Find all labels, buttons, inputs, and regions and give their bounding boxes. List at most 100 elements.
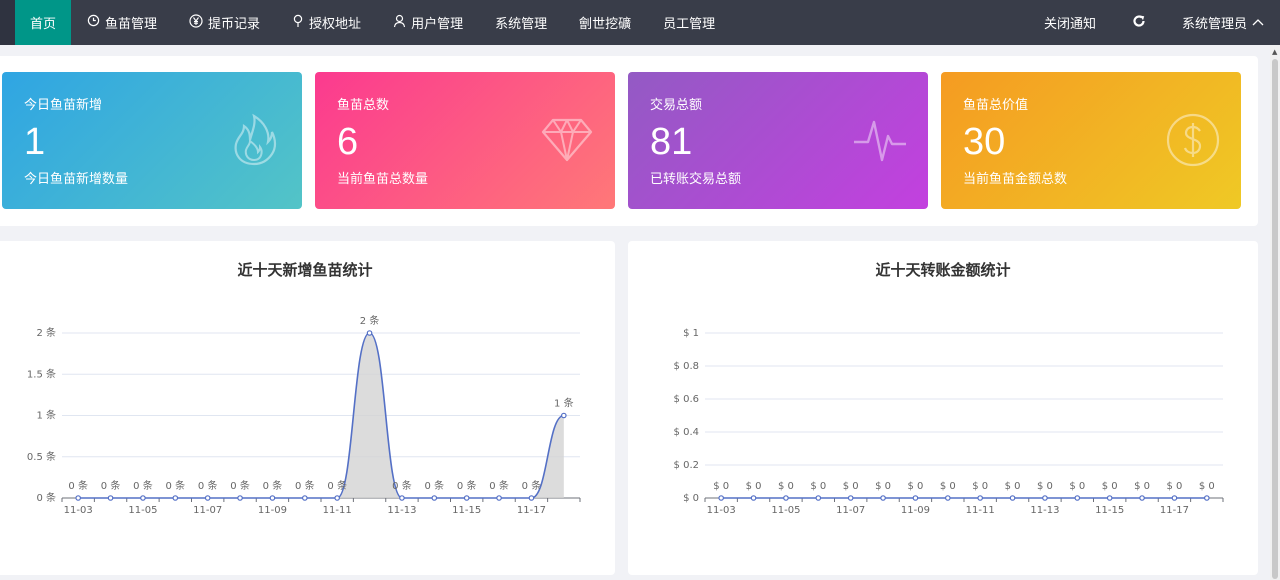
nav-user-label: 用户管理 [411,17,464,32]
nav-fish-management[interactable]: 鱼苗管理 [71,0,173,45]
top-nav: 首页 鱼苗管理 提币记录 授权地址 用户管理 系统管理 劊世挖礦 员工管理 关闭… [0,0,1280,45]
chevron-up-icon [1252,15,1264,30]
data-point [718,495,724,501]
nav-mining[interactable]: 劊世挖礦 [563,0,647,45]
data-label: $ 0 [972,481,988,492]
data-point [269,495,276,501]
nav-staff-management[interactable]: 员工管理 [647,0,731,45]
data-point [75,495,81,501]
data-label: $ 0 [1005,481,1021,492]
nav-system-management[interactable]: 系统管理 [479,0,563,45]
data-label: $ 0 [1102,481,1118,492]
nav-left-strip [0,0,15,45]
x-tick-label: 11-13 [1030,505,1059,516]
diamond-icon [541,118,593,162]
data-label: 0 条 [263,479,283,492]
data-point [140,495,146,501]
data-label: $ 0 [1134,481,1150,492]
nav-home-label: 首页 [30,17,57,32]
data-point [204,495,211,501]
pulse-icon [854,120,906,162]
x-tick-label: 11-15 [1095,505,1124,516]
y-tick-label: $ 0.4 [674,427,699,438]
data-point [977,495,983,501]
nav-auth-label: 授权地址 [309,17,362,32]
flame-icon [234,113,277,166]
data-point [750,495,757,501]
data-point [528,495,535,501]
x-tick-label: 11-03 [64,505,93,516]
admin-label: 系统管理员 [1181,17,1247,32]
data-label: $ 0 [778,481,794,492]
y-tick-label: 0 条 [36,491,56,504]
data-point [1171,495,1178,501]
stat-card-new-today: 今日鱼苗新增 1 今日鱼苗新增数量 [2,72,302,209]
x-tick-label: 11-05 [128,505,157,516]
data-point [172,495,179,501]
admin-menu[interactable]: 系统管理员 [1166,0,1280,45]
data-point [561,412,567,419]
x-tick-label: 11-07 [836,505,865,516]
y-tick-label: $ 0.6 [674,394,699,405]
chart-panel-new-fish: 近十天新增鱼苗统计 0 条 0.5 条1 条 1.5 条2 条 11-03 11-05 1… [0,241,615,575]
data-point [302,495,308,501]
data-point [1139,495,1145,501]
stat-panel: 今日鱼苗新增 1 今日鱼苗新增数量 鱼苗总数 6 当前鱼苗总数量 交易总额 81… [0,56,1258,226]
data-point [1204,495,1210,501]
nav-mining-label: 劊世挖礦 [579,17,632,32]
card-title: 交易总额 [650,98,703,113]
data-point [1106,495,1113,501]
nav-withdraw-label: 提币记录 [208,17,261,32]
location-icon [292,14,304,32]
data-label: 0 条 [68,479,88,492]
refresh-icon [1132,14,1146,32]
x-tick-label: 11-17 [517,505,546,516]
data-point [1042,495,1048,501]
data-label: 0 条 [295,479,315,492]
nav-system-label: 系统管理 [495,17,548,32]
nav-auth-address[interactable]: 授权地址 [276,0,377,45]
page-scrollbar[interactable]: ▲ [1270,45,1280,580]
stat-card-total-value: 鱼苗总价值 30 当前鱼苗金额总数 [941,72,1241,209]
x-tick-label: 11-11 [966,505,995,516]
card-desc: 当前鱼苗金额总数 [963,172,1068,187]
data-label: $ 0 [713,481,729,492]
nav-staff-label: 员工管理 [663,17,716,32]
y-tick-label: $ 0.8 [674,361,699,372]
card-desc: 当前鱼苗总数量 [337,172,429,187]
data-label: 0 条 [230,479,250,492]
data-label: $ 0 [875,481,891,492]
data-label: $ 0 [1199,481,1215,492]
refresh-button[interactable] [1112,0,1166,45]
stat-card-total-fish: 鱼苗总数 6 当前鱼苗总数量 [315,72,615,209]
data-label: 0 条 [133,479,153,492]
data-label: $ 0 [1166,481,1182,492]
data-point [880,495,886,501]
data-point [431,495,438,501]
data-label: $ 0 [746,481,762,492]
scrollbar-thumb[interactable] [1272,59,1278,579]
x-tick-label: 11-07 [193,505,222,516]
nav-user-management[interactable]: 用户管理 [377,0,479,45]
x-tick-label: 11-09 [901,505,930,516]
dollar-icon [1166,113,1220,167]
x-tick-label: 11-17 [1160,505,1189,516]
chart-new-fish: 0 条 0.5 条 1 条 1.5 条 2 条 11-03 11-05 11-07 11-09 1… [27,314,581,516]
y-tick-label: $ 0.2 [674,460,699,471]
x-tick-label: 11-03 [707,505,736,516]
x-tick-label: 11-13 [387,505,416,516]
data-point [237,495,243,501]
data-label: 0 条 [522,479,542,492]
data-label: 2 条 [360,314,380,327]
data-label: $ 0 [810,481,826,492]
x-tick-label: 11-11 [323,505,352,516]
data-label: $ 0 [940,481,956,492]
y-tick-label: $ 0 [683,493,699,504]
x-tick-label: 11-09 [258,505,287,516]
nav-withdraw-records[interactable]: 提币记录 [173,0,276,45]
close-notice-button[interactable]: 关闭通知 [1028,0,1112,45]
scroll-up-arrow-icon[interactable]: ▲ [1272,48,1277,56]
data-label: 0 条 [166,479,186,492]
close-notice-label: 关闭通知 [1043,17,1096,32]
nav-home[interactable]: 首页 [15,0,72,45]
